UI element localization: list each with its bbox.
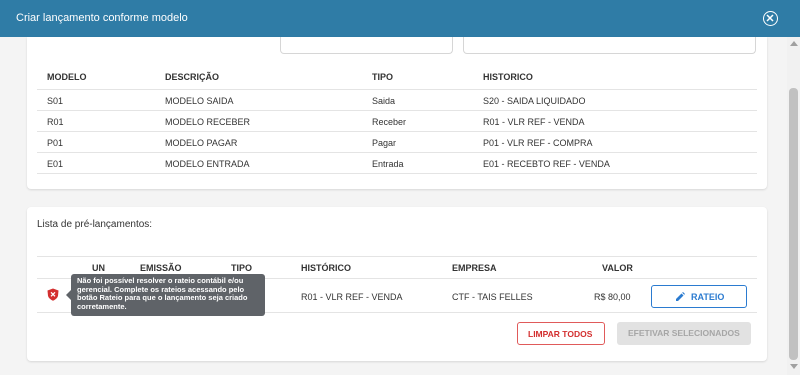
cell-valor: R$ 80,00	[594, 292, 631, 302]
column-header-empresa: EMPRESA	[452, 263, 497, 273]
filter-field[interactable]	[463, 37, 756, 54]
section-title: Lista de pré-lançamentos:	[37, 219, 153, 230]
submit-selected-button[interactable]: EFETIVAR SELECIONADOS	[617, 322, 751, 345]
cell-tipo: Receber	[372, 117, 407, 127]
column-header-emissao: EMISSÃO	[140, 263, 182, 273]
column-header-descricao: DESCRIÇÃO	[165, 72, 220, 82]
scroll-down-icon[interactable]	[790, 364, 798, 369]
filter-field[interactable]	[280, 37, 453, 54]
rateio-label: RATEIO	[691, 292, 725, 302]
cell-descricao: MODELO SAIDA	[165, 96, 234, 106]
divider	[37, 131, 757, 132]
cell-descricao: MODELO PAGAR	[165, 138, 238, 148]
cell-modelo: P01	[47, 138, 64, 148]
clear-all-label: LIMPAR TODOS	[528, 329, 593, 339]
cell-tipo: Pagar	[372, 138, 397, 148]
divider	[37, 256, 757, 257]
column-header-historico: HISTORICO	[483, 72, 533, 82]
shield-error-icon[interactable]	[47, 288, 59, 301]
error-tooltip: Não foi possível resolver o rateio contá…	[71, 274, 265, 316]
divider	[37, 152, 757, 153]
column-header-un: UN	[92, 263, 105, 273]
scroll-up-icon[interactable]	[790, 41, 798, 46]
column-header-valor: VALOR	[602, 263, 633, 273]
cell-descricao: MODELO RECEBER	[165, 117, 251, 127]
clear-all-button[interactable]: LIMPAR TODOS	[517, 322, 605, 345]
cell-tipo: Saida	[372, 96, 396, 106]
cell-empresa: CTF - TAIS FELLES	[452, 292, 533, 302]
cell-historico: S20 - SAIDA LIQUIDADO	[483, 96, 586, 106]
submit-selected-label: EFETIVAR SELECIONADOS	[628, 328, 740, 338]
cell-historico: E01 - RECEBTO REF - VENDA	[483, 159, 610, 169]
cell-historico: R01 - VLR REF - VENDA	[301, 292, 403, 302]
divider	[37, 173, 757, 174]
pencil-icon	[676, 292, 685, 301]
cell-modelo: R01	[47, 117, 64, 127]
cell-descricao: MODELO ENTRADA	[165, 159, 250, 169]
cell-modelo: E01	[47, 159, 64, 169]
column-header-tipo: TIPO	[372, 72, 394, 82]
cell-historico: R01 - VLR REF - VENDA	[483, 117, 585, 127]
column-header-tipo: TIPO	[231, 263, 253, 273]
divider	[37, 89, 757, 90]
dialog-header: Criar lançamento conforme modelo	[0, 0, 800, 37]
cell-historico: P01 - VLR REF - COMPRA	[483, 138, 593, 148]
close-icon[interactable]	[763, 11, 778, 26]
cell-modelo: S01	[47, 96, 64, 106]
column-header-modelo: MODELO	[47, 72, 87, 82]
column-header-historico: HISTÓRICO	[301, 263, 352, 273]
dialog-title: Criar lançamento conforme modelo	[16, 12, 188, 24]
cell-tipo: Entrada	[372, 159, 404, 169]
scrollbar-thumb[interactable]	[789, 88, 798, 360]
divider	[37, 110, 757, 111]
rateio-button[interactable]: RATEIO	[651, 285, 747, 308]
